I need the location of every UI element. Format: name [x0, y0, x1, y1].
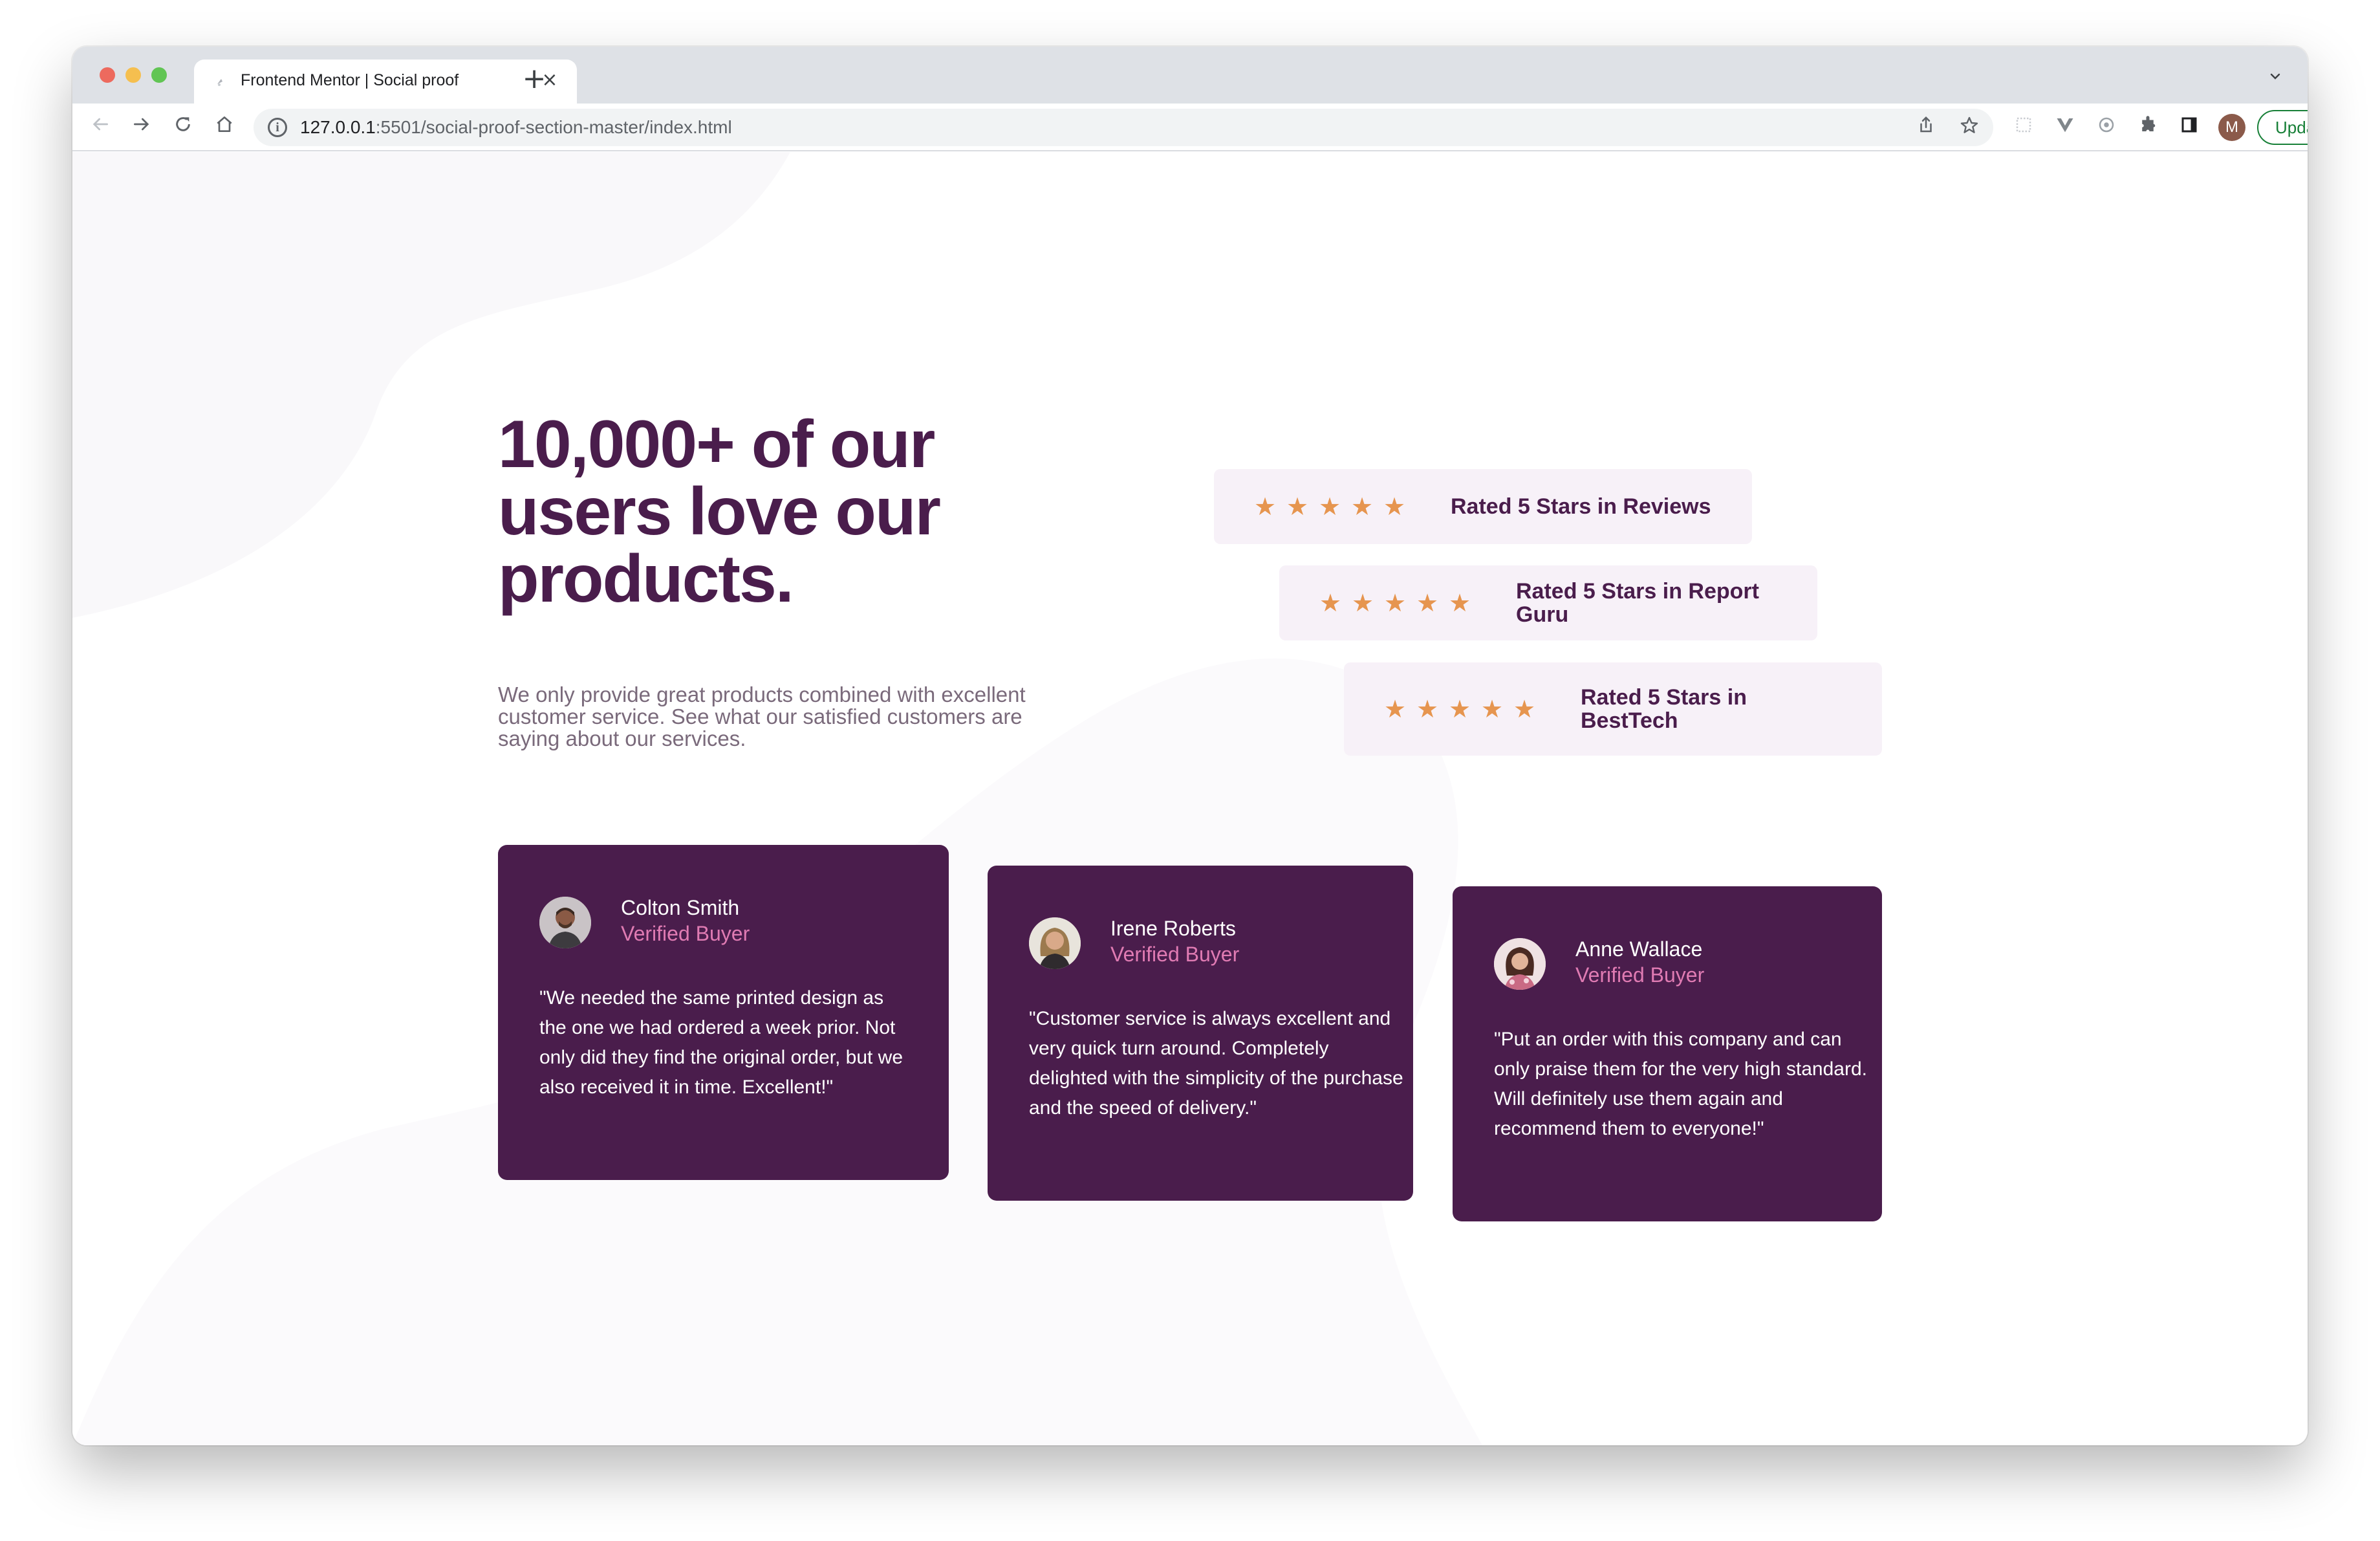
browser-toolbar: i 127.0.0.1:5501/social-proof-section-ma… [72, 104, 2308, 151]
maximize-window-button[interactable] [151, 67, 167, 83]
back-arrow-icon[interactable] [85, 113, 115, 142]
home-icon[interactable] [210, 113, 239, 142]
background-shapes [72, 152, 1482, 1445]
update-label: Update [2275, 118, 2308, 137]
reviewer-name: Anne Wallace [1575, 937, 1703, 961]
share-icon[interactable] [1913, 115, 1939, 141]
forward-arrow-icon[interactable] [127, 113, 157, 142]
close-window-button[interactable] [100, 67, 115, 83]
star-icon: ★ [1352, 589, 1374, 617]
url-host: 127.0.0.1 [300, 117, 376, 137]
url-text: 127.0.0.1:5501/social-proof-section-mast… [300, 117, 732, 138]
testimonial-quote: "Put an order with this company and can … [1494, 1029, 1867, 1139]
star-icon: ★ [1449, 589, 1471, 617]
star-icon: ★ [1513, 695, 1536, 723]
tab-search-button[interactable] [2262, 66, 2288, 92]
rating-box: ★ ★ ★ ★ ★ Rated 5 Stars in BestTech [1344, 662, 1882, 756]
reviewer-role: Verified Buyer [1575, 963, 1705, 987]
testimonial-quote: "We needed the same printed design as th… [539, 987, 903, 1098]
star-rating: ★ ★ ★ ★ ★ [1384, 662, 1535, 756]
star-icon: ★ [1384, 695, 1407, 723]
favicon-icon [213, 74, 229, 89]
star-icon: ★ [1254, 492, 1277, 521]
page-viewport: 10,000+ of our users love our products. … [72, 152, 2308, 1445]
star-rating: ★ ★ ★ ★ ★ [1319, 565, 1471, 640]
star-icon: ★ [1416, 695, 1439, 723]
vue-devtools-icon[interactable] [2053, 115, 2077, 140]
page-subtitle: We only provide great products combined … [498, 683, 1026, 750]
bookmark-star-icon[interactable] [1958, 115, 1980, 137]
address-bar[interactable]: i 127.0.0.1:5501/social-proof-section-ma… [254, 109, 1993, 146]
reviewer-role: Verified Buyer [1110, 943, 1240, 966]
tab-strip: Frontend Mentor | Social proof × + [72, 47, 2308, 104]
star-icon: ★ [1383, 492, 1406, 521]
minimize-window-button[interactable] [125, 67, 141, 83]
extension-icon[interactable] [2011, 115, 2036, 140]
side-panel-icon[interactable] [2177, 115, 2202, 140]
reload-icon[interactable] [168, 113, 198, 142]
star-icon: ★ [1384, 589, 1407, 617]
star-icon: ★ [1481, 695, 1504, 723]
new-tab-button[interactable]: + [519, 65, 550, 96]
profile-avatar[interactable]: M [2218, 114, 2245, 141]
avatar [1494, 938, 1546, 990]
testimonial-card: Anne Wallace Verified Buyer "Put an orde… [1453, 886, 1882, 1221]
star-icon: ★ [1319, 492, 1341, 521]
url-path: :5501/social-proof-section-master/index.… [375, 117, 732, 137]
rating-label: Rated 5 Stars in BestTech [1581, 685, 1747, 733]
testimonial-quote: "Customer service is always excellent an… [1029, 1008, 1403, 1119]
puzzle-icon[interactable] [2136, 115, 2160, 140]
rating-label: Rated 5 Stars in Reviews [1451, 494, 1711, 519]
avatar [1029, 917, 1081, 969]
rating-box: ★ ★ ★ ★ ★ Rated 5 Stars in Report Guru [1279, 565, 1817, 640]
testimonial-card: Irene Roberts Verified Buyer "Customer s… [988, 866, 1413, 1201]
testimonial-card: Colton Smith Verified Buyer "We needed t… [498, 845, 949, 1180]
update-button[interactable]: Update ⋮ [2257, 110, 2308, 145]
star-icon: ★ [1319, 589, 1342, 617]
page-title: 10,000+ of our users love our products. [498, 407, 941, 617]
star-icon: ★ [1351, 492, 1374, 521]
rating-label: Rated 5 Stars in Report Guru [1516, 579, 1759, 627]
extension-icon[interactable] [2094, 115, 2119, 140]
reviewer-name: Colton Smith [621, 896, 740, 919]
info-icon[interactable]: i [268, 118, 287, 137]
rating-box: ★ ★ ★ ★ ★ Rated 5 Stars in Reviews [1214, 469, 1752, 544]
browser-window: Frontend Mentor | Social proof × + i 127… [72, 47, 2308, 1445]
star-icon: ★ [1416, 589, 1439, 617]
reviewer-role: Verified Buyer [621, 922, 750, 945]
star-icon: ★ [1286, 492, 1309, 521]
avatar [539, 897, 591, 948]
tab-title: Frontend Mentor | Social proof [241, 71, 459, 89]
star-rating: ★ ★ ★ ★ ★ [1254, 469, 1405, 544]
reviewer-name: Irene Roberts [1110, 917, 1236, 940]
star-icon: ★ [1449, 695, 1471, 723]
